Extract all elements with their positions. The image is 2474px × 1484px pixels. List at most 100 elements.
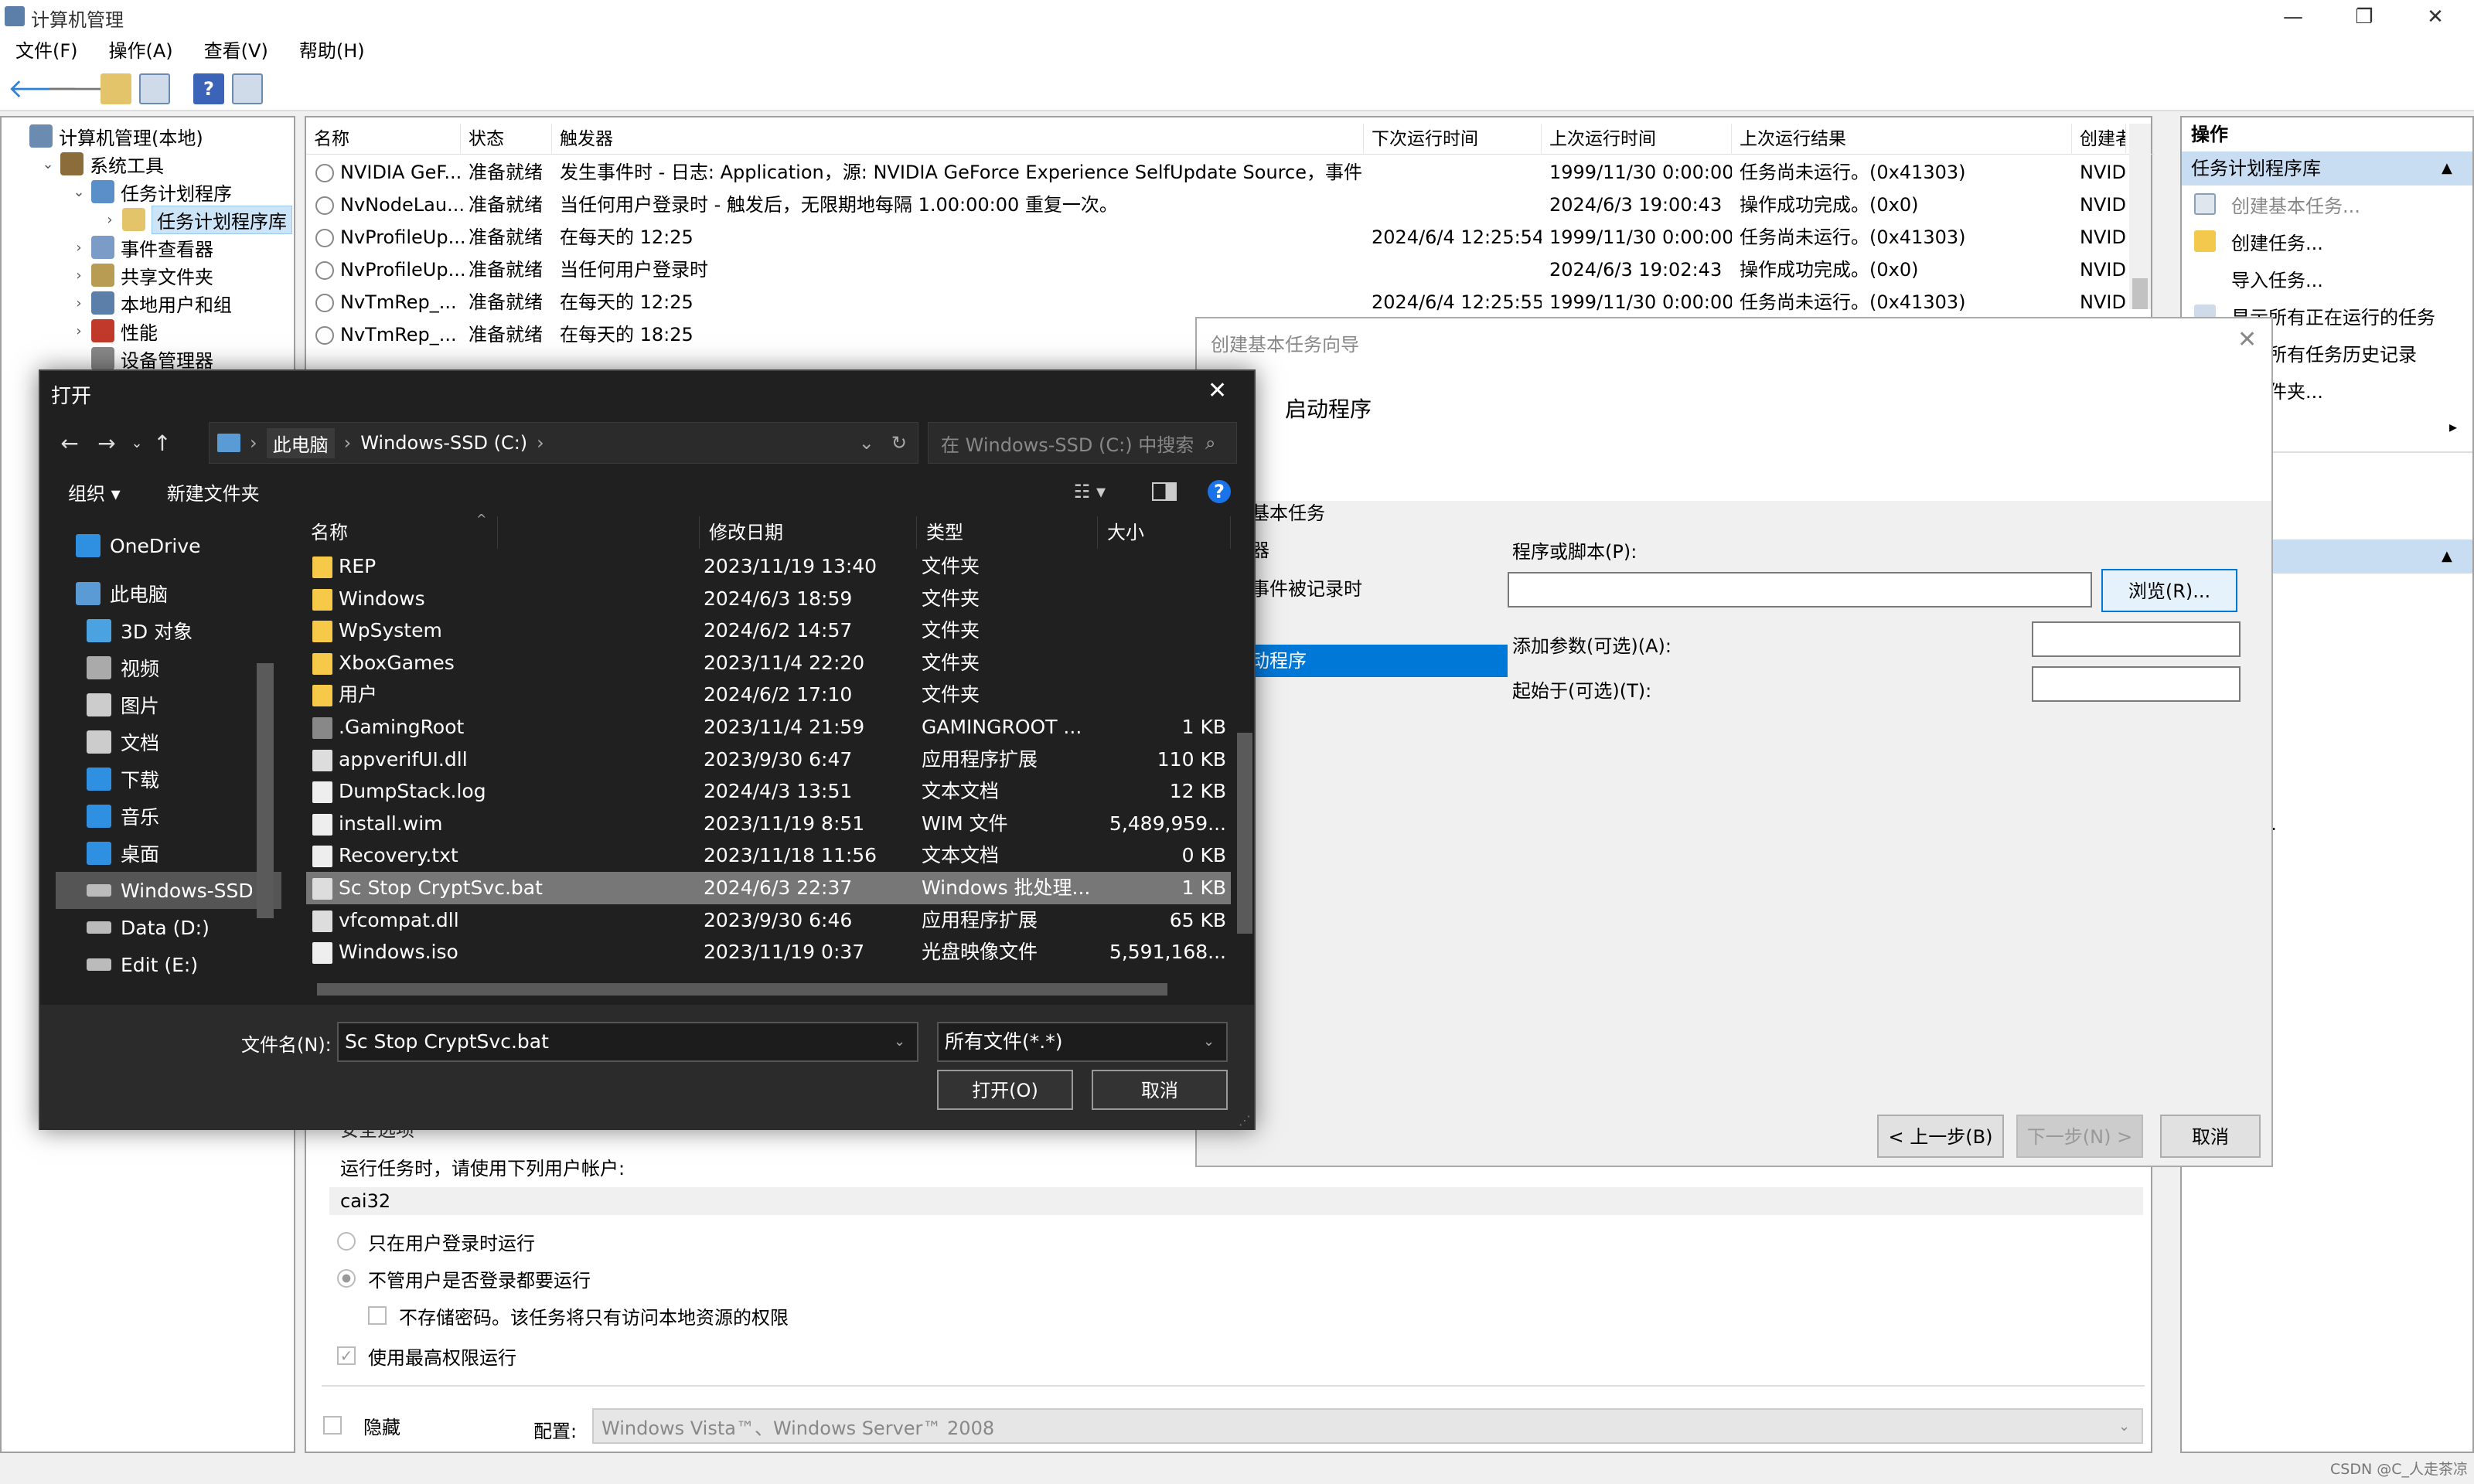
col-status[interactable]: 状态 [461,124,552,155]
tree-item-7[interactable]: › 性能 [2,317,294,345]
nav-scrollbar[interactable] [254,516,277,997]
file-row[interactable]: appverifUI.dll 2023/9/30 6:47 应用程序扩展 110 KB [306,744,1231,776]
file-row[interactable]: vfcompat.dll 2023/9/30 6:46 应用程序扩展 65 KB [306,904,1231,937]
tree-item-4[interactable]: › 事件查看器 [2,233,294,261]
file-row[interactable]: REP 2023/11/19 13:40 文件夹 [306,550,1231,583]
action-pane-icon[interactable] [232,73,263,104]
nav-item-10[interactable]: Data (D:) [40,909,281,946]
col-last-result[interactable]: 上次运行结果 [1732,124,2072,155]
col-name[interactable]: 名称 [306,124,461,155]
task-row[interactable]: NvProfileUp... 准备就绪 在每天的 12:25 2024/6/4 12:… [306,221,2154,254]
menu-view[interactable]: 查看(V) [189,34,284,68]
col-type[interactable]: 类型 [917,516,1098,549]
menu-action[interactable]: 操作(A) [94,34,189,68]
chevron-right-icon[interactable]: › [70,240,88,256]
file-row[interactable]: install.wim 2023/11/19 8:51 WIM 文件 5,489,95… [306,808,1231,840]
col-date[interactable]: 修改日期 [699,516,917,549]
close-button[interactable]: ✕ [2400,0,2471,34]
search-box[interactable]: 在 Windows-SSD (C:) 中搜索 ⌕ [928,422,1237,464]
option-highest-privileges[interactable]: ✓ 使用最高权限运行 [337,1340,516,1371]
new-folder-button[interactable]: 新建文件夹 [167,478,260,505]
option-whether-logged-on[interactable]: 不管用户是否登录都要运行 [337,1263,591,1294]
tree-item-5[interactable]: › 共享文件夹 [2,261,294,289]
col-name[interactable]: 名称 [302,516,498,549]
file-list-hscrollbar[interactable] [302,980,1229,999]
tree-item-1[interactable]: ⌄ 系统工具 [2,150,294,178]
hidden-option[interactable]: 隐藏 [323,1410,400,1441]
task-row[interactable]: NvProfileUp... 准备就绪 当任何用户登录时 2024/6/3 19:02… [306,254,2154,286]
next-button[interactable]: 下一步(N) > [2016,1115,2143,1158]
wizard-cancel-button[interactable]: 取消 [2160,1115,2261,1158]
col-last-run[interactable]: 上次运行时间 [1542,124,1732,155]
nav-item-6[interactable]: 下载 [40,761,281,798]
recent-dropdown-icon[interactable]: ⌄ [125,435,148,451]
view-options-icon[interactable]: ☷ ▾ [1074,481,1106,502]
maximize-button[interactable]: ❐ [2329,0,2400,34]
nav-item-11[interactable]: Edit (E:) [40,946,281,983]
file-row[interactable]: XboxGames 2023/11/4 22:20 文件夹 [306,647,1231,679]
wizard-close-button[interactable]: ✕ [2237,326,2257,353]
forward-arrow-icon[interactable]: → [88,431,125,456]
up-arrow-icon[interactable]: ↑ [148,431,176,456]
actions-section-library[interactable]: 任务计划程序库 ▲ [2182,151,2472,186]
menu-help[interactable]: 帮助(H) [284,34,380,68]
address-bar[interactable]: › 此电脑 › Windows-SSD (C:) › ⌄ ↻ [209,422,918,464]
action-create-task[interactable]: 创建任务... [2182,223,2472,260]
chevron-right-icon[interactable]: › [70,323,88,339]
task-row[interactable]: NVIDIA GeF... 准备就绪 发生事件时 - 日志: Application… [306,156,2154,189]
chevron-right-icon[interactable]: › [70,267,88,284]
minimize-button[interactable]: — [2258,0,2329,34]
organize-button[interactable]: 组织 ▾ [68,478,121,505]
forward-arrow-icon[interactable]: 🡒 [46,73,117,104]
file-type-select[interactable]: 所有文件(*.*) ⌄ [937,1022,1228,1062]
action-create-basic-task[interactable]: 创建基本任务... [2182,186,2472,223]
filename-input[interactable]: Sc Stop CryptSvc.bat ⌄ [337,1022,918,1062]
breadcrumb-this-pc[interactable]: 此电脑 [266,427,335,458]
help-icon[interactable]: ? [193,73,224,104]
up-folder-icon[interactable] [101,73,131,104]
config-select[interactable]: Windows Vista™、Windows Server™ 2008 ⌄ [592,1408,2143,1444]
task-row[interactable]: NvTmRep_... 准备就绪 在每天的 12:25 2024/6/4 12:25:… [306,286,2154,318]
nav-item-3[interactable]: 视频 [40,649,281,686]
breadcrumb-drive[interactable]: Windows-SSD (C:) [360,432,527,454]
back-button[interactable]: < 上一步(B) [1877,1115,2004,1158]
start-in-input[interactable] [2032,666,2241,702]
chevron-down-icon[interactable]: ⌄ [39,156,57,172]
nav-item-8[interactable]: 桌面 [40,835,281,872]
tree-item-8[interactable]: 设备管理器 [2,345,294,373]
nav-item-9[interactable]: Windows-SSD (C:) [56,872,281,909]
file-row[interactable]: Windows 2024/6/3 18:59 文件夹 [306,583,1231,615]
resize-grip-icon[interactable]: ⋰ [1239,1113,1251,1128]
file-row[interactable]: .GamingRoot 2023/11/4 21:59 GAMINGROOT ...… [306,711,1231,744]
col-author[interactable]: 创建者 [2072,124,2126,155]
file-list-vscrollbar[interactable] [1234,516,1256,980]
back-arrow-icon[interactable]: 🡐 [8,73,78,104]
nav-item-1[interactable]: 此电脑 [40,575,281,612]
task-row[interactable]: NvNodeLau... 准备就绪 当任何用户登录时 - 触发后，无限期地每隔 1.… [306,189,2154,221]
nav-item-5[interactable]: 文档 [40,723,281,761]
file-row[interactable]: Sc Stop CryptSvc.bat 2024/6/3 22:37 Window… [306,872,1231,904]
help-icon[interactable]: ? [1208,480,1231,503]
option-logged-on[interactable]: 只在用户登录时运行 [337,1226,535,1257]
file-row[interactable]: 用户 2024/6/2 17:10 文件夹 [306,679,1231,711]
tree-item-3[interactable]: › 任务计划程序库 [2,205,294,234]
args-input[interactable] [2032,621,2241,657]
nav-item-7[interactable]: 音乐 [40,798,281,835]
file-row[interactable]: WpSystem 2024/6/2 14:57 文件夹 [306,614,1231,647]
menu-file[interactable]: 文件(F) [0,34,94,68]
task-list-scrollbar[interactable] [2129,124,2151,309]
col-next-run[interactable]: 下次运行时间 [1364,124,1542,155]
col-trigger[interactable]: 触发器 [552,124,1364,155]
chevron-down-icon[interactable]: ⌄ [70,184,88,200]
show-hide-tree-icon[interactable] [139,73,170,104]
tree-item-2[interactable]: ⌄ 任务计划程序 [2,178,294,206]
nav-item-0[interactable]: OneDrive [40,527,281,564]
tree-item-0[interactable]: 计算机管理(本地) [2,122,294,150]
open-button[interactable]: 打开(O) [937,1070,1073,1110]
browse-button[interactable]: 浏览(R)... [2101,569,2237,612]
nav-item-4[interactable]: 图片 [40,686,281,723]
refresh-icon[interactable]: ↻ [891,432,907,454]
cancel-button[interactable]: 取消 [1092,1070,1228,1110]
back-arrow-icon[interactable]: ← [51,431,88,456]
option-no-store-password[interactable]: 不存储密码。该任务将只有访问本地资源的权限 [368,1300,789,1331]
